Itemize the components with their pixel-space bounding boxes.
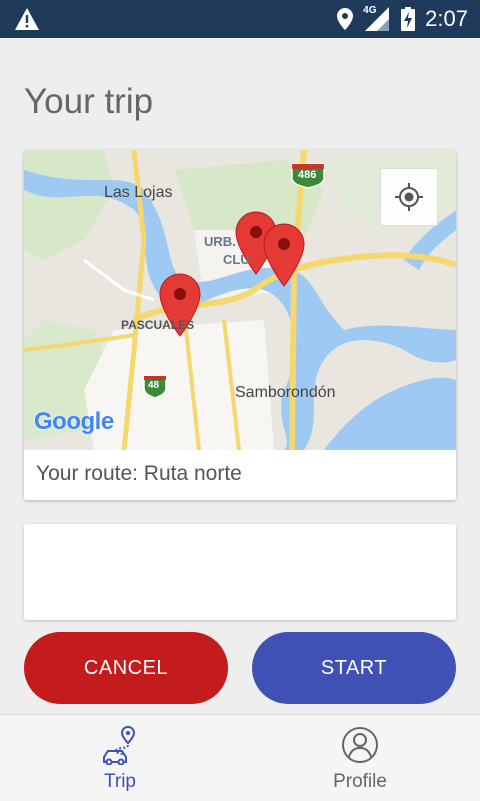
- google-logo: Google: [34, 408, 114, 435]
- route-map[interactable]: Las Lojas URB. CLU PASCUALES Samborondón…: [24, 150, 456, 450]
- start-button[interactable]: START: [252, 632, 456, 704]
- map-label-samborondon: Samborondón: [235, 384, 336, 401]
- trip-details-card: [24, 524, 456, 620]
- bottom-navigation: Trip Profile: [0, 714, 480, 801]
- cancel-button[interactable]: CANCEL: [24, 632, 228, 704]
- status-time: 2:07: [425, 6, 468, 31]
- my-location-icon: [395, 183, 423, 211]
- warning-icon: [15, 8, 39, 30]
- map-label-urb: URB.: [204, 234, 236, 249]
- profile-icon: [342, 727, 378, 763]
- network-type: 4G: [363, 5, 377, 16]
- page-title: Your trip: [24, 82, 154, 121]
- map-label-las-lojas: Las Lojas: [104, 184, 173, 201]
- nav-label-profile: Profile: [333, 771, 387, 792]
- battery-charging-icon: [401, 7, 416, 31]
- my-location-button[interactable]: [380, 168, 438, 226]
- status-bar: 4G 2:07: [0, 0, 480, 38]
- map-label-clu: CLU: [223, 252, 250, 267]
- nav-item-profile[interactable]: Profile: [240, 715, 480, 801]
- route-label: Your route: Ruta norte: [36, 462, 242, 485]
- trip-route-icon: [103, 725, 136, 765]
- nav-label-trip: Trip: [103, 771, 137, 792]
- highway-48-label: 48: [148, 380, 160, 391]
- nav-item-trip[interactable]: Trip: [0, 715, 240, 801]
- location-icon: [337, 8, 354, 30]
- signal-icon: 4G: [363, 5, 391, 31]
- map-label-pascuales: PASCUALES: [121, 318, 195, 332]
- highway-486-label: 486: [298, 169, 317, 181]
- map-card: Las Lojas URB. CLU PASCUALES Samborondón…: [24, 150, 456, 500]
